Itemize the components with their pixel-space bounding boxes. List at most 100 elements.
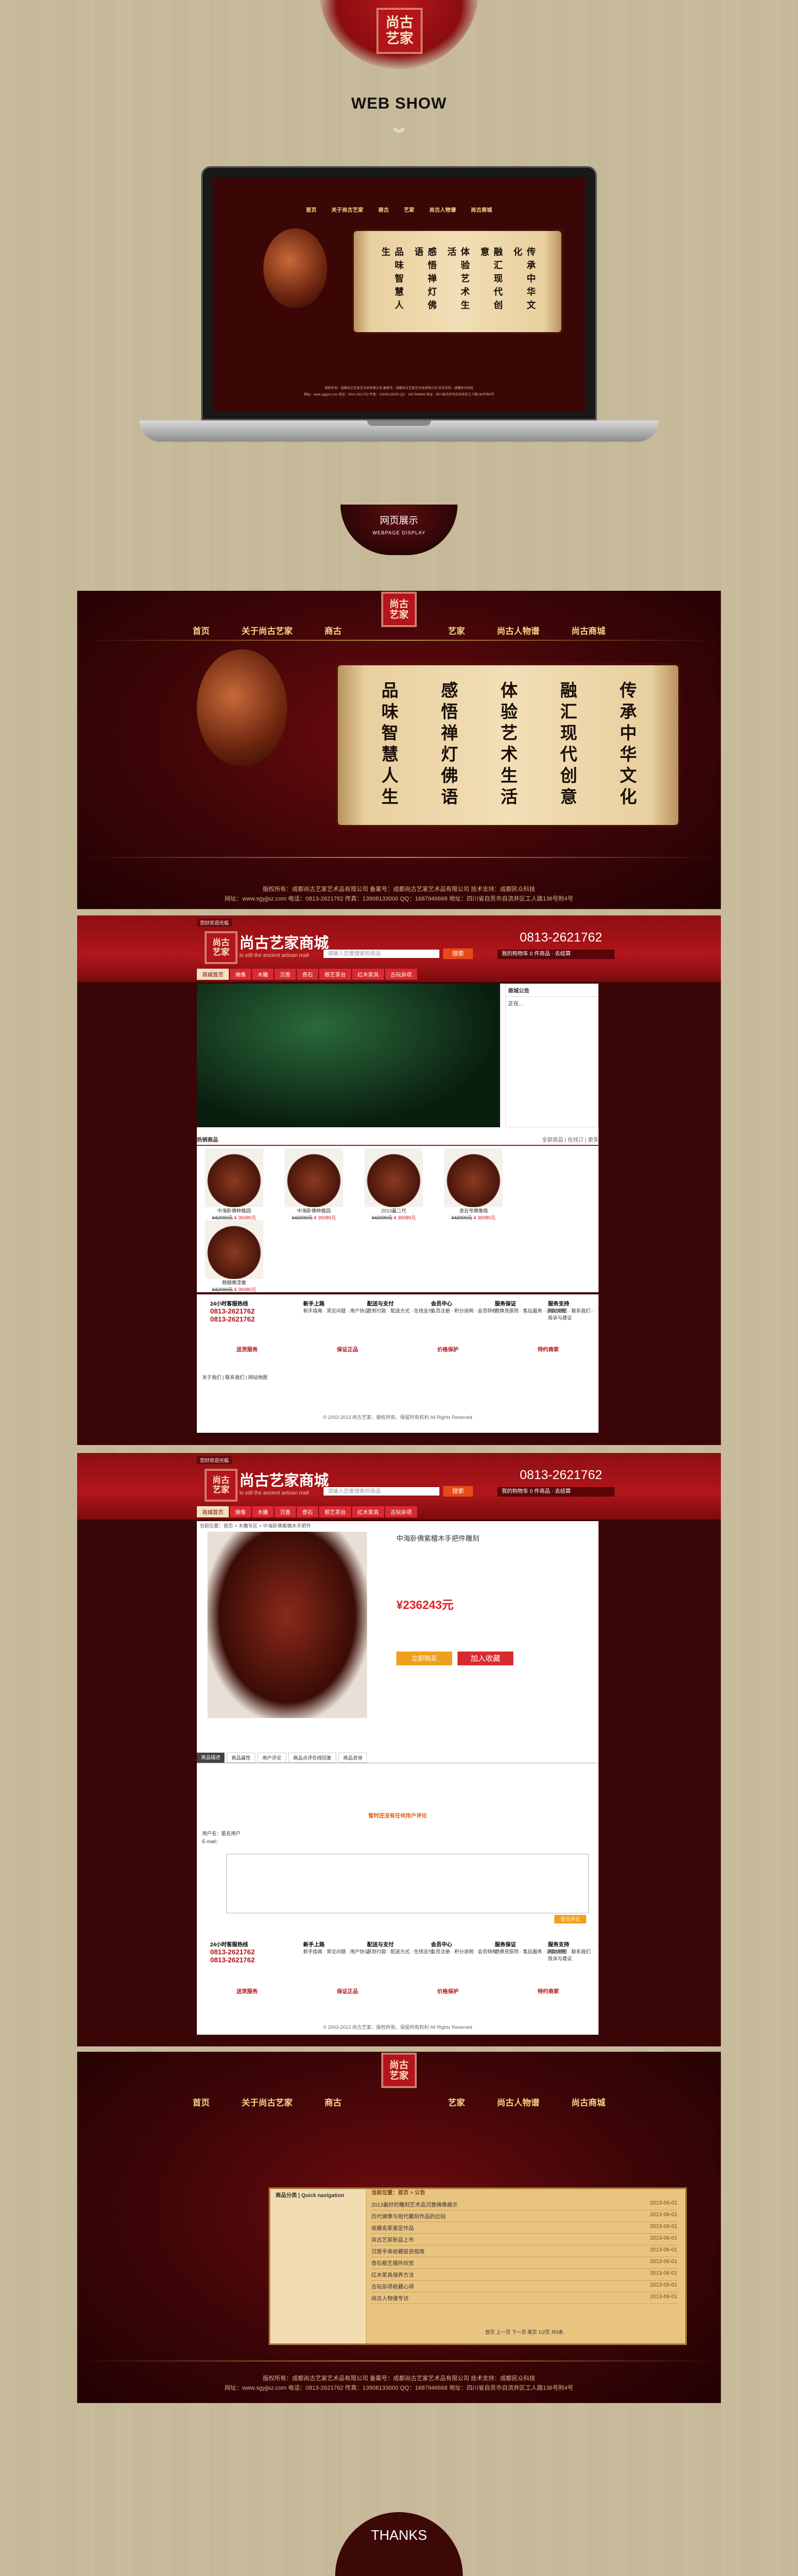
shop-nav-item[interactable]: 商城首页 — [197, 1506, 229, 1517]
product-price: ¥236243元 — [396, 1598, 454, 1612]
shop-nav-item[interactable]: 商城首页 — [197, 969, 229, 980]
nav-item-people[interactable]: 尚古人物谱 — [481, 624, 555, 637]
shop-nav-item[interactable]: 红木家具 — [352, 1506, 384, 1517]
shop-nav-item[interactable]: 木雕 — [252, 1506, 273, 1517]
content-box: 商品分类 | Quick navigation 当前位置：首页 > 公告 201… — [269, 2187, 687, 2345]
buy-now-button[interactable]: 立即购买 — [396, 1652, 452, 1665]
page-title: WEB SHOW — [351, 95, 447, 112]
shop-nav-item[interactable]: 古玩杂项 — [385, 969, 417, 980]
nav-item[interactable]: 尚古商城 — [463, 205, 500, 213]
nav-item-mall[interactable]: 尚古商城 — [555, 624, 621, 637]
list-item[interactable]: 尚古人物谱专访 2013-06-01 — [371, 2292, 677, 2304]
search-input[interactable]: 请输入您要搜索的商品 — [323, 1487, 440, 1496]
list-item[interactable]: 收藏名家鉴定作品 2013-06-01 — [371, 2222, 677, 2234]
home-nav: 首页 关于尚古艺家 商古 艺家 尚古人物谱 尚古商城 — [77, 624, 721, 637]
product-card[interactable]: 精细佛漆像 ¥42000元 ¥ 36080元 — [205, 1220, 263, 1293]
scroll-banner: 传承中华文化 融汇现代创意 体验艺术生活 感悟禅灯佛语 品味智慧人生 — [338, 665, 678, 825]
list-item[interactable]: 历代佛像与现代雕刻作品的比较 2013-06-01 — [371, 2210, 677, 2222]
review-textarea[interactable] — [226, 1854, 589, 1913]
product-card[interactable]: 2013最二代 ¥42000元 ¥ 36080元 — [364, 1149, 423, 1221]
cart-button[interactable]: 我的购物车 0 件商品 · 去结算 — [497, 950, 614, 959]
footer-text: 版权所有：成都尚古艺家艺术品有限公司 备案号：成都尚古艺家艺术品有限公司 技术支… — [325, 387, 473, 390]
tab[interactable]: 商品属性 — [227, 1753, 256, 1763]
nav-item-about[interactable]: 关于尚古艺家 — [226, 2095, 309, 2108]
nav-item-yijia[interactable]: 艺家 — [432, 2095, 481, 2108]
divider — [77, 857, 721, 858]
shop-nav-item[interactable]: 根艺茶台 — [319, 969, 351, 980]
product-card[interactable]: 清云号佛像缩 ¥42000元 ¥ 36080元 — [444, 1149, 503, 1221]
footer-copyright: 版权所有：成都尚古艺家艺术品有限公司 备案号：成都尚古艺家艺术品有限公司 技术支… — [262, 2375, 536, 2382]
notice-box: 商城公告 正在... — [505, 984, 598, 1127]
list-item[interactable]: 奇石根艺摆件欣赏 2013-06-01 — [371, 2257, 677, 2269]
hot-products-title: 热销商品 全部商品 | 在线订 | 更多 — [197, 1135, 598, 1146]
search-button[interactable]: 搜索 — [443, 948, 473, 959]
category-sidebar: 商品分类 | Quick navigation — [270, 2189, 367, 2343]
search-input[interactable]: 请输入您要搜索的商品 — [323, 949, 440, 959]
shop-nav-item[interactable]: 奇石 — [297, 969, 318, 980]
add-favorite-button[interactable]: 加入收藏 — [458, 1652, 513, 1665]
shop-detail-preview: 您好欢迎光临 尚古 艺家 尚古艺家商城 Is still the ancient a… — [77, 1453, 721, 2046]
laptop-nav: 首页 关于尚古艺家 商古 艺家 尚古人物谱 尚古商城 — [213, 205, 585, 213]
phone-number: 0813-2621762 — [520, 1468, 602, 1482]
tab[interactable]: 商品点评在线回复 — [288, 1753, 337, 1763]
nav-item-shanggu[interactable]: 商古 — [309, 2095, 358, 2108]
shop-nav-item[interactable]: 古玩杂项 — [385, 1506, 417, 1517]
product-title: 中海卧佛紫檀木手把件雕刻 — [396, 1534, 480, 1542]
tab[interactable]: 用户评论 — [257, 1753, 287, 1763]
list-nav: 首页 关于尚古艺家 商古 艺家 尚古人物谱 尚古商城 — [77, 2095, 721, 2108]
seal-logo-icon: 尚古 艺家 — [381, 2053, 417, 2088]
pagination[interactable]: 首页 上一页 下一页 尾页 1/2页 共9条 — [371, 2329, 677, 2335]
section-badge: 网页展示 WEBPAGE DISPLAY — [340, 505, 458, 555]
mask-image — [263, 228, 327, 308]
list-item[interactable]: 沉香手串收藏投资指南 2013-06-01 — [371, 2245, 677, 2257]
nav-item-yijia[interactable]: 艺家 — [432, 624, 481, 637]
nav-item-about[interactable]: 关于尚古艺家 — [226, 624, 309, 637]
shop-nav-item[interactable]: 沉香 — [275, 1506, 296, 1517]
shop-nav-item[interactable]: 红木家具 — [352, 969, 384, 980]
footer-text: 网址：www.sgyjjsz.com 电话：0813-2621762 传真：13… — [304, 393, 494, 397]
shop-nav-item[interactable]: 木雕 — [252, 969, 273, 980]
seal-logo-icon: 尚古 艺家 — [205, 1469, 237, 1501]
nav-item[interactable]: 商古 — [371, 205, 396, 213]
shop-nav-item[interactable]: 奇石 — [297, 1506, 318, 1517]
list-item[interactable]: 尚古艺家新品上市 2013-06-01 — [371, 2234, 677, 2245]
detail-tabs: 商品描述 商品属性 用户评论 商品点评在线回复 商品咨询 — [197, 1753, 598, 1763]
nav-item-home[interactable]: 首页 — [177, 624, 226, 637]
list-item[interactable]: 2013最好的雕刻艺术品沉香佛像展示 2013-06-01 — [371, 2199, 677, 2210]
nav-item[interactable]: 首页 — [298, 205, 324, 213]
nav-item-people[interactable]: 尚古人物谱 — [481, 2095, 555, 2108]
laptop-notch — [367, 420, 431, 426]
divider — [77, 2360, 721, 2362]
shop-nav-item[interactable]: 沉香 — [275, 969, 296, 980]
phone-number: 0813-2621762 — [520, 930, 602, 945]
nav-item[interactable]: 艺家 — [396, 205, 422, 213]
seal-logo-icon: 尚古 艺家 — [205, 931, 237, 964]
nav-item-mall[interactable]: 尚古商城 — [555, 2095, 621, 2108]
search-button[interactable]: 搜索 — [443, 1486, 473, 1497]
nav-item[interactable]: 尚古人物谱 — [422, 205, 463, 213]
list-item[interactable]: 古玩杂项收藏心得 2013-06-01 — [371, 2281, 677, 2292]
seal-logo-icon: 尚古 艺家 — [377, 8, 422, 54]
nav-item[interactable]: 关于尚古艺家 — [324, 205, 371, 213]
nav-item-shanggu[interactable]: 商古 — [309, 624, 358, 637]
tab[interactable]: 商品描述 — [197, 1753, 225, 1763]
mask-image — [197, 649, 287, 766]
product-card[interactable]: 中海卧佛种植园 ¥42000元 ¥ 36080元 — [205, 1149, 263, 1221]
product-image — [207, 1532, 367, 1718]
service-badges: 送货服务 保证正品 价格保护 特约商家 — [236, 1989, 559, 1995]
submit-review-button[interactable]: 提交评论 — [554, 1915, 586, 1923]
banner-image — [197, 984, 500, 1127]
service-badges: 送货服务 保证正品 价格保护 特约商家 — [236, 1347, 559, 1353]
list-item[interactable]: 红木家具保养方法 2013-06-01 — [371, 2269, 677, 2281]
shop-nav-item[interactable]: 佛像 — [230, 1506, 251, 1517]
product-card[interactable]: 中海卧佛种植园 ¥42000元 ¥ 36080元 — [285, 1149, 343, 1221]
cart-button[interactable]: 我的购物车 0 件商品 · 去结算 — [497, 1487, 614, 1497]
nav-item-home[interactable]: 首页 — [177, 2095, 226, 2108]
shop-nav: 商城首页 佛像 木雕 沉香 奇石 根艺茶台 红木家具 古玩杂项 — [197, 969, 417, 980]
list-page-preview: 尚古 艺家 首页 关于尚古艺家 商古 艺家 尚古人物谱 尚古商城 商品分类 | Q… — [77, 2052, 721, 2403]
tab[interactable]: 商品咨询 — [338, 1753, 368, 1763]
shop-nav-item[interactable]: 佛像 — [230, 969, 251, 980]
shop-nav-item[interactable]: 根艺茶台 — [319, 1506, 351, 1517]
shop-home-preview: 您好欢迎光临 尚古 艺家 尚古艺家商城 Is still the ancient a… — [77, 915, 721, 1445]
thanks-badge: THANKS — [335, 2512, 463, 2576]
